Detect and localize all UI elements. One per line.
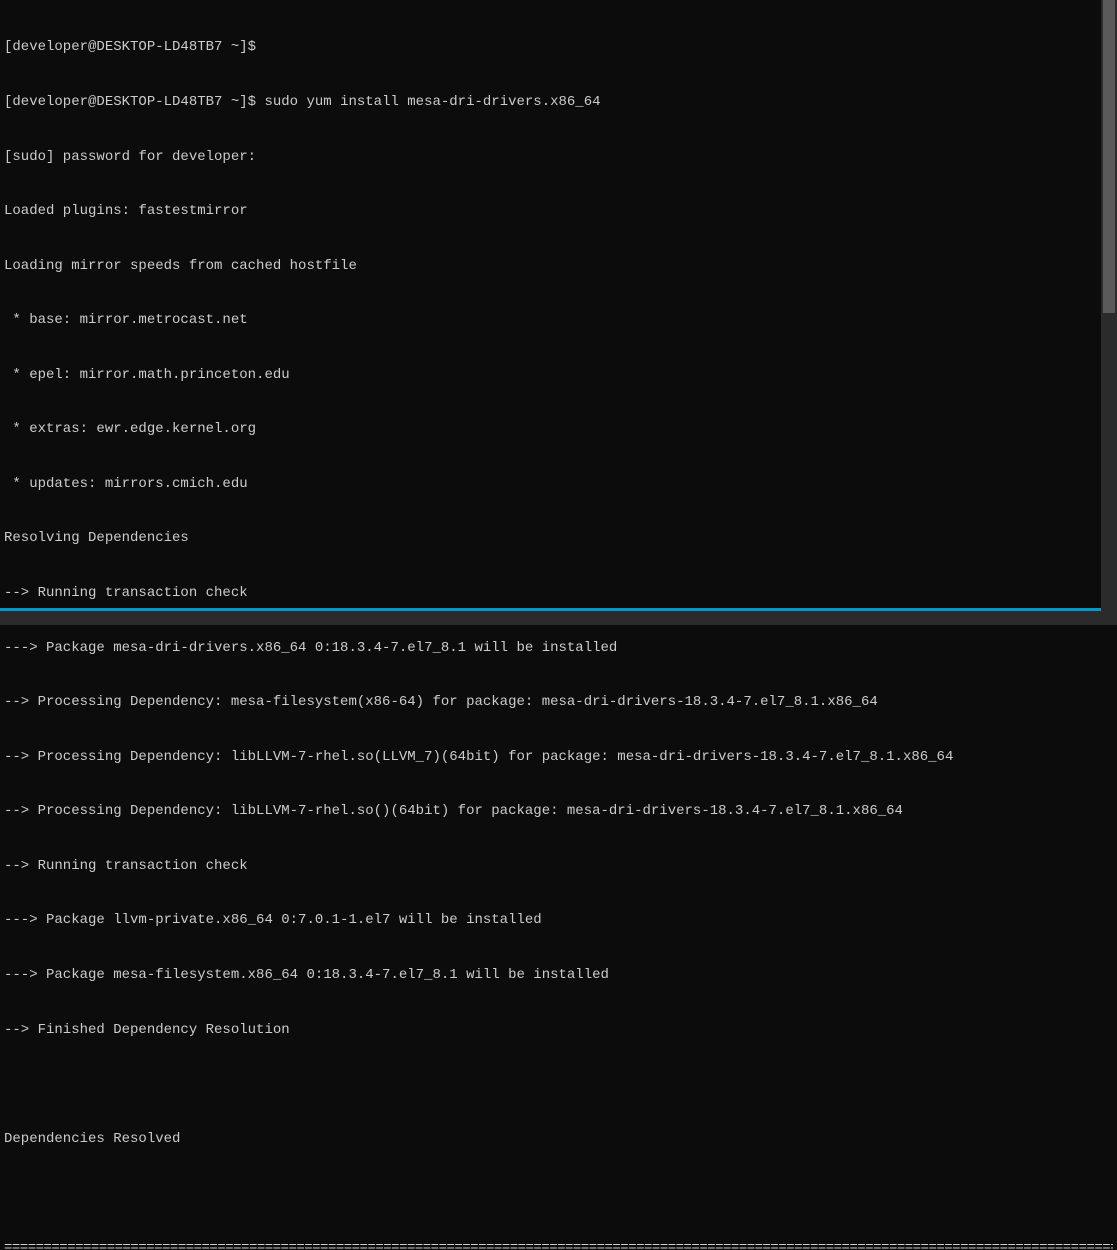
sudo-password-line: [sudo] password for developer:	[4, 148, 1113, 166]
mirror-epel-line: * epel: mirror.math.princeton.edu	[4, 366, 1113, 384]
dep-filesystem-line: --> Processing Dependency: mesa-filesyst…	[4, 693, 1113, 711]
mirror-extras-line: * extras: ewr.edge.kernel.org	[4, 420, 1113, 438]
terminal-window[interactable]: [developer@DESKTOP-LD48TB7 ~]$ [develope…	[0, 0, 1117, 625]
mirror-base-line: * base: mirror.metrocast.net	[4, 311, 1113, 329]
separator-top: ========================================…	[4, 1239, 1113, 1250]
package-llvm-line: ---> Package llvm-private.x86_64 0:7.0.1…	[4, 911, 1113, 929]
dep-llvm-line: --> Processing Dependency: libLLVM-7-rhe…	[4, 802, 1113, 820]
package-mesa-fs-line: ---> Package mesa-filesystem.x86_64 0:18…	[4, 966, 1113, 984]
finished-resolution-line: --> Finished Dependency Resolution	[4, 1021, 1113, 1039]
dep-llvm7-line: --> Processing Dependency: libLLVM-7-rhe…	[4, 748, 1113, 766]
plugins-line: Loaded plugins: fastestmirror	[4, 202, 1113, 220]
prompt-text: [developer@DESKTOP-LD48TB7 ~]$	[4, 94, 264, 110]
vertical-scrollbar[interactable]	[1101, 0, 1117, 625]
blank-line-2	[4, 1184, 1113, 1202]
mirror-updates-line: * updates: mirrors.cmich.edu	[4, 475, 1113, 493]
loading-mirror-line: Loading mirror speeds from cached hostfi…	[4, 257, 1113, 275]
prompt-line-empty: [developer@DESKTOP-LD48TB7 ~]$	[4, 38, 1113, 56]
deps-resolved-title: Dependencies Resolved	[4, 1130, 1113, 1148]
command-line: [developer@DESKTOP-LD48TB7 ~]$ sudo yum …	[4, 93, 1113, 111]
terminal-output: [developer@DESKTOP-LD48TB7 ~]$ [develope…	[0, 0, 1117, 1250]
command-text: sudo yum install mesa-dri-drivers.x86_64	[264, 94, 600, 110]
transaction-check-1: --> Running transaction check	[4, 584, 1113, 602]
blank-line-1	[4, 1075, 1113, 1093]
package-mesa-dri-line: ---> Package mesa-dri-drivers.x86_64 0:1…	[4, 639, 1113, 657]
horizontal-scrollbar[interactable]	[0, 611, 1101, 625]
resolving-line: Resolving Dependencies	[4, 529, 1113, 547]
transaction-check-2: --> Running transaction check	[4, 857, 1113, 875]
vertical-scrollbar-thumb[interactable]	[1103, 0, 1115, 313]
